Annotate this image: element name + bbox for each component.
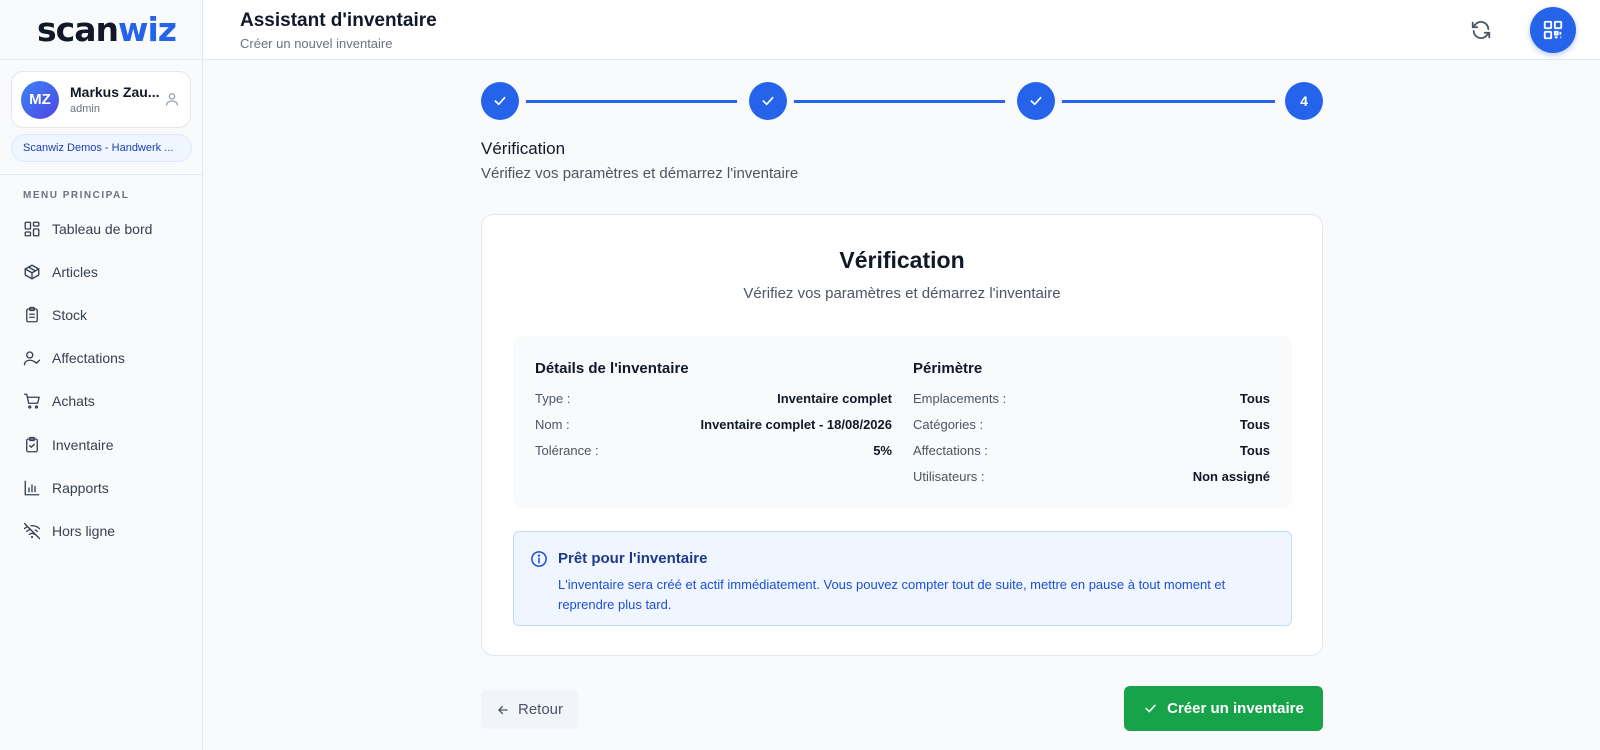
detail-label: Tolérance : <box>535 442 599 458</box>
clipboard-check-icon <box>26 436 38 452</box>
menu-title: MENU PRINCIPAL <box>23 190 130 201</box>
step-connector <box>526 100 737 103</box>
detail-label: Nom : <box>535 416 570 432</box>
user-info: Markus Zau... admin <box>70 84 160 115</box>
sidebar: scanwiz MZ Markus Zau... admin Scanwiz D… <box>0 0 203 750</box>
step-4-current[interactable]: 4 <box>1285 82 1323 120</box>
detail-value: Inventaire complet <box>777 390 892 406</box>
logo-area: scanwiz <box>0 0 202 60</box>
detail-row: Type : Inventaire complet <box>535 385 892 411</box>
scope-value: Non assigné <box>1192 468 1270 484</box>
sidebar-item-articles[interactable]: Articles <box>0 250 203 293</box>
sidebar-item-affectations[interactable]: Affectations <box>0 337 203 380</box>
info-text: L'inventaire sera créé et actif immédiat… <box>558 577 1226 612</box>
scope-label: Catégories : <box>913 416 984 432</box>
cart-icon <box>23 393 40 409</box>
sidebar-item-dashboard[interactable]: Tableau de bord <box>0 207 203 250</box>
step-3-complete[interactable] <box>1017 82 1055 120</box>
check-icon <box>494 96 506 106</box>
step-connector <box>794 100 1005 103</box>
logo-part-wiz: wiz <box>117 10 177 49</box>
logo-part-scan: scan <box>37 10 119 49</box>
create-inventory-button[interactable]: Créer un inventaire <box>1124 686 1323 731</box>
user-icon[interactable] <box>164 91 180 107</box>
refresh-icon[interactable] <box>1470 19 1492 41</box>
user-check-icon <box>23 351 41 366</box>
verification-card: Vérification Vérifiez vos paramètres et … <box>481 214 1323 656</box>
box-icon <box>24 264 40 280</box>
check-icon <box>1030 96 1042 106</box>
step-2-complete[interactable] <box>749 82 787 120</box>
check-icon <box>1145 704 1156 713</box>
detail-value: 5% <box>873 442 892 458</box>
back-button[interactable]: Retour <box>481 690 578 729</box>
scanwiz-logo[interactable]: scanwiz <box>37 10 177 49</box>
page-subtitle: Créer un nouvel inventaire <box>240 36 393 51</box>
sidebar-item-label: Affectations <box>52 350 125 367</box>
dashboard-icon <box>24 221 40 237</box>
inventory-details: Détails de l'inventaire Type : Inventaire… <box>535 360 892 463</box>
card-subtitle: Vérifiez vos paramètres et démarrez l'in… <box>743 285 1061 302</box>
scope-details: Périmètre Emplacements : Tous Catégories … <box>913 360 1270 489</box>
sidebar-item-inventaire[interactable]: Inventaire <box>0 423 203 466</box>
step-connector <box>1062 100 1275 103</box>
detail-row: Tolérance : 5% <box>535 437 892 463</box>
sidebar-item-rapports[interactable]: Rapports <box>0 466 203 509</box>
main-nav: Tableau de bord Articles Stock Affectati… <box>0 207 203 553</box>
avatar: MZ <box>21 80 59 119</box>
detail-label: Type : <box>535 390 571 406</box>
arrow-left-icon <box>498 705 508 714</box>
sidebar-item-hors-ligne[interactable]: Hors ligne <box>0 509 203 552</box>
qr-scan-button[interactable] <box>1530 7 1576 53</box>
top-header: Assistant d'inventaire Créer un nouvel i… <box>203 0 1600 60</box>
scope-value: Tous <box>1239 442 1270 458</box>
info-title: Prêt pour l'inventaire <box>558 550 708 567</box>
scope-row: Emplacements : Tous <box>913 385 1270 411</box>
back-button-label: Retour <box>517 701 564 718</box>
scope-value: Tous <box>1239 390 1270 406</box>
sidebar-item-label: Tableau de bord <box>52 220 153 237</box>
sidebar-item-label: Rapports <box>52 479 109 496</box>
user-name: Markus Zau... <box>70 84 160 100</box>
clipboard-list-icon <box>26 306 38 323</box>
ready-info-box: Prêt pour l'inventaire L'inventaire sera… <box>513 531 1292 626</box>
sidebar-item-label: Hors ligne <box>52 522 116 539</box>
scope-row: Utilisateurs : Non assigné <box>913 463 1270 489</box>
check-icon <box>762 96 774 106</box>
scope-title: Périmètre <box>913 360 983 377</box>
detail-value: Inventaire complet - 18/08/2026 <box>700 416 892 432</box>
page-title: Assistant d'inventaire <box>240 10 437 31</box>
sidebar-item-label: Inventaire <box>52 436 114 453</box>
organization-chip[interactable]: Scanwiz Demos - Handwerk ... <box>11 134 192 162</box>
create-button-label: Créer un inventaire <box>1167 700 1304 717</box>
qr-code-icon <box>1543 20 1563 40</box>
scope-label: Emplacements : <box>913 390 1007 406</box>
scope-label: Utilisateurs : <box>913 468 985 484</box>
card-title: Vérification <box>839 247 965 273</box>
step-title: Vérification <box>481 139 566 158</box>
summary-panel: Détails de l'inventaire Type : Inventaire… <box>513 336 1292 508</box>
scope-row: Catégories : Tous <box>913 411 1270 437</box>
sidebar-item-label: Achats <box>52 393 95 410</box>
sidebar-item-label: Stock <box>52 306 88 323</box>
sidebar-item-label: Articles <box>52 263 98 280</box>
sidebar-item-stock[interactable]: Stock <box>0 293 203 336</box>
scope-row: Affectations : Tous <box>913 437 1270 463</box>
sidebar-divider <box>0 174 203 175</box>
wifi-off-icon <box>23 522 41 540</box>
user-card[interactable]: MZ Markus Zau... admin <box>11 71 191 128</box>
info-icon <box>531 551 547 567</box>
user-role: admin <box>70 103 100 115</box>
details-title: Détails de l'inventaire <box>535 360 689 377</box>
step-subtitle: Vérifiez vos paramètres et démarrez l'in… <box>481 165 799 182</box>
wizard-stepper: 4 <box>481 82 1323 120</box>
bar-chart-icon <box>24 480 40 496</box>
detail-row: Nom : Inventaire complet - 18/08/2026 <box>535 411 892 437</box>
step-1-complete[interactable] <box>481 82 519 120</box>
sidebar-item-achats[interactable]: Achats <box>0 380 203 423</box>
scope-label: Affectations : <box>913 442 988 458</box>
scope-value: Tous <box>1239 416 1270 432</box>
